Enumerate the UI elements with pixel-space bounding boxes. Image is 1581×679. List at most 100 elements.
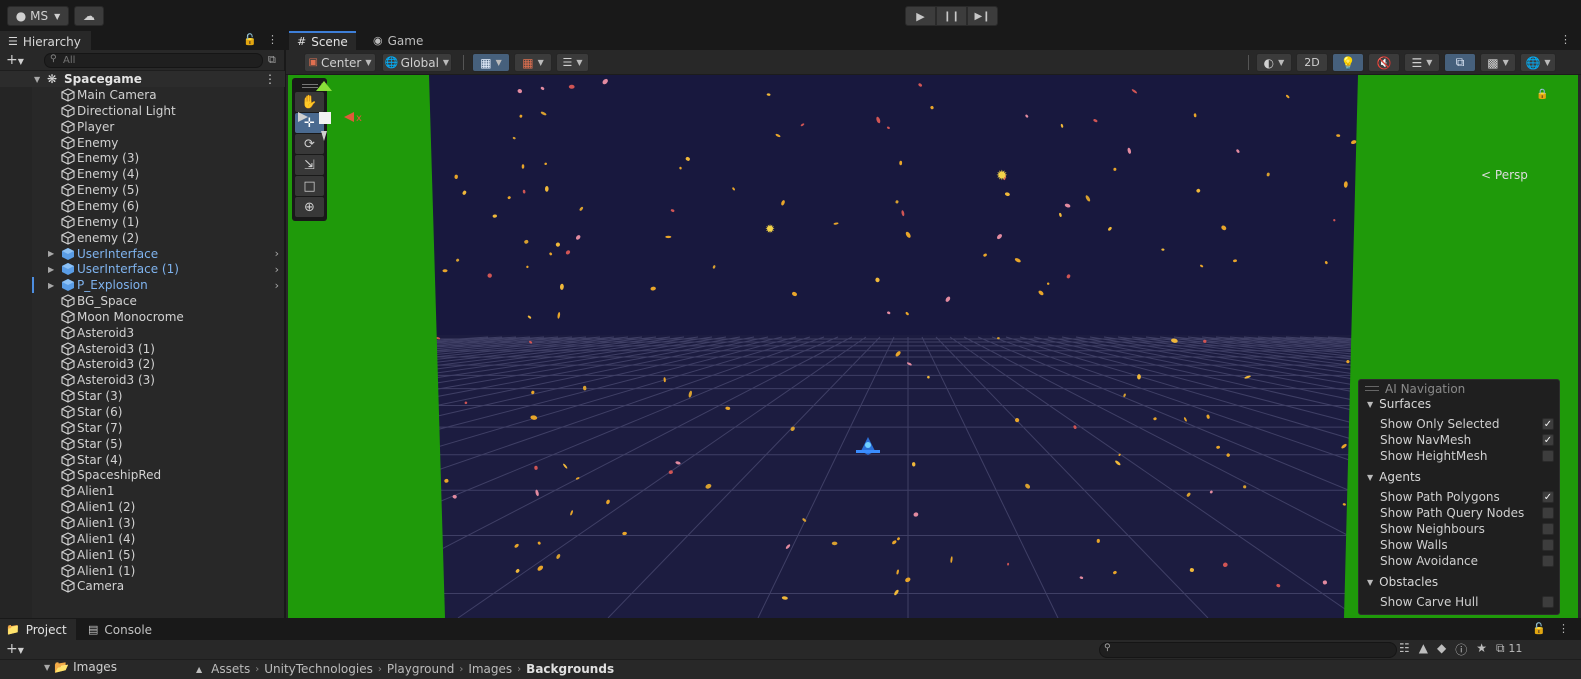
grid-visibility-toggle[interactable]: ▦ ▼: [514, 53, 552, 72]
ai-section-header[interactable]: ▼ Obstacles: [1367, 575, 1438, 589]
expand-arrow-icon[interactable]: ▶: [48, 249, 58, 258]
hierarchy-item[interactable]: Player: [0, 119, 285, 135]
checkbox[interactable]: ✓: [1542, 434, 1554, 446]
account-dropdown[interactable]: ● MS ▼: [7, 6, 69, 26]
audio-toggle[interactable]: 🔇: [1368, 53, 1400, 72]
breadcrumb-item[interactable]: Backgrounds: [526, 662, 614, 676]
shading-mode-dropdown[interactable]: ◐ ▼: [1256, 53, 1292, 72]
hierarchy-item[interactable]: Alien1 (3): [0, 515, 285, 531]
expand-arrow-icon[interactable]: ▼: [44, 663, 50, 672]
breadcrumb-item[interactable]: Playground: [387, 662, 454, 676]
breadcrumb-item[interactable]: UnityTechnologies: [264, 662, 373, 676]
expand-arrow-icon[interactable]: ▶: [48, 281, 58, 290]
pause-button[interactable]: ❙❙: [936, 6, 967, 26]
search-by-type-icon[interactable]: ☷: [1399, 641, 1410, 658]
project-search-input[interactable]: [1099, 642, 1397, 658]
tab-project[interactable]: 📁 Project: [0, 619, 76, 640]
add-object-button[interactable]: +▼: [6, 52, 24, 68]
tab-scene[interactable]: # Scene: [289, 31, 356, 50]
hierarchy-item[interactable]: Asteroid3 (3): [0, 372, 285, 388]
hierarchy-item[interactable]: Alien1 (5): [0, 547, 285, 563]
tab-console[interactable]: ▤ Console: [82, 619, 161, 640]
more-menu-icon[interactable]: ⋮: [267, 33, 278, 46]
play-button[interactable]: ▶: [905, 6, 936, 26]
grid-snapping-toggle[interactable]: ▦ ▼: [472, 53, 510, 72]
lock-icon[interactable]: 🔓: [243, 33, 257, 46]
hierarchy-item[interactable]: Star (5): [0, 436, 285, 452]
hierarchy-item[interactable]: Moon Monocrome: [0, 309, 285, 325]
expand-arrow-icon[interactable]: ▶: [48, 265, 58, 274]
hierarchy-item[interactable]: ▶ P_Explosion ›: [0, 277, 285, 294]
breadcrumb-item[interactable]: Images: [468, 662, 512, 676]
breadcrumb-item[interactable]: Assets: [211, 662, 250, 676]
hierarchy-item[interactable]: ▶ UserInterface ›: [0, 246, 285, 262]
pivot-mode-dropdown[interactable]: ▣ Center ▼: [304, 53, 376, 72]
transform-tool-button[interactable]: ⊕: [295, 197, 324, 217]
lighting-toggle[interactable]: 💡: [1332, 53, 1364, 72]
hierarchy-item[interactable]: Enemy (1): [0, 214, 285, 230]
hierarchy-item[interactable]: Enemy (4): [0, 166, 285, 182]
checkbox[interactable]: [1542, 523, 1554, 535]
scene-visibility-icon[interactable]: ⧉: [268, 53, 276, 67]
tag-icon[interactable]: ◆: [1437, 641, 1446, 658]
hierarchy-item[interactable]: Asteroid3 (2): [0, 356, 285, 372]
hierarchy-item[interactable]: Camera: [0, 578, 285, 594]
checkbox[interactable]: [1542, 596, 1554, 608]
lock-icon[interactable]: 🔓: [1532, 622, 1546, 635]
hierarchy-item[interactable]: Star (7): [0, 420, 285, 436]
scene-visibility-toggle[interactable]: ⧉: [1444, 53, 1476, 72]
checkbox[interactable]: ✓: [1542, 491, 1554, 503]
checkbox[interactable]: [1542, 507, 1554, 519]
more-menu-icon[interactable]: ⋮: [1558, 622, 1569, 635]
warning-icon[interactable]: ⓘ: [1455, 641, 1467, 658]
scene-menu-icon[interactable]: ⋮: [264, 72, 276, 86]
hierarchy-item[interactable]: Enemy (6): [0, 198, 285, 214]
projection-toggle[interactable]: < Persp: [1481, 168, 1528, 182]
overlay-header[interactable]: AI Navigation: [1359, 380, 1559, 397]
search-by-label-icon[interactable]: ▲: [1419, 641, 1428, 658]
hierarchy-item[interactable]: Main Camera: [0, 87, 285, 103]
tab-hierarchy[interactable]: ☰ Hierarchy: [0, 31, 91, 50]
hierarchy-item[interactable]: BG_Space: [0, 293, 285, 309]
chevron-right-icon[interactable]: ›: [275, 247, 279, 260]
effects-dropdown[interactable]: ☰ ▼: [1404, 53, 1440, 72]
hierarchy-item[interactable]: Asteroid3 (1): [0, 341, 285, 357]
pivot-rotation-dropdown[interactable]: 🌐 Global ▼: [382, 53, 452, 72]
ai-section-header[interactable]: ▼ Surfaces: [1367, 397, 1431, 411]
hierarchy-item[interactable]: Star (4): [0, 452, 285, 468]
rect-tool-button[interactable]: □: [295, 176, 324, 196]
checkbox[interactable]: ✓: [1542, 418, 1554, 430]
scroll-up-icon[interactable]: ▲: [196, 665, 202, 674]
scene-root-row[interactable]: ▼ ❋ Spacegame ⋮: [0, 71, 285, 87]
step-button[interactable]: ▶❙: [967, 6, 998, 26]
hierarchy-item[interactable]: Star (3): [0, 388, 285, 404]
folder-tree-item[interactable]: ▼ 📂 Images: [44, 660, 117, 674]
checkbox[interactable]: [1542, 555, 1554, 567]
hierarchy-item[interactable]: Alien1: [0, 483, 285, 499]
hierarchy-item[interactable]: Enemy (5): [0, 182, 285, 198]
2d-mode-toggle[interactable]: 2D: [1296, 53, 1328, 72]
hierarchy-item[interactable]: SpaceshipRed: [0, 467, 285, 483]
gizmos-dropdown[interactable]: 🌐 ▼: [1520, 53, 1556, 72]
checkbox[interactable]: [1542, 450, 1554, 462]
hierarchy-item[interactable]: Asteroid3: [0, 325, 285, 341]
hierarchy-item[interactable]: Alien1 (1): [0, 563, 285, 579]
hierarchy-search-input[interactable]: [44, 53, 263, 68]
hierarchy-item[interactable]: Alien1 (4): [0, 531, 285, 547]
hierarchy-item[interactable]: Directional Light: [0, 103, 285, 119]
orientation-gizmo[interactable]: y x: [288, 75, 388, 175]
lock-icon[interactable]: 🔒: [1536, 89, 1548, 100]
hierarchy-item[interactable]: Enemy (3): [0, 150, 285, 166]
tab-game[interactable]: ◉ Game: [365, 31, 431, 50]
chevron-right-icon[interactable]: ›: [275, 279, 279, 292]
ai-section-header[interactable]: ▼ Agents: [1367, 470, 1421, 484]
scene-viewport[interactable]: ✹ ✹ ✋ ✛ ⟳ ⇲ □ ⊕ y x 🔒 < Persp AI Navigat…: [288, 75, 1578, 618]
hierarchy-item[interactable]: Star (6): [0, 404, 285, 420]
cloud-button[interactable]: ☁: [74, 6, 104, 26]
expand-arrow-icon[interactable]: ▼: [34, 75, 44, 84]
hierarchy-item[interactable]: Alien1 (2): [0, 499, 285, 515]
hierarchy-item[interactable]: Enemy: [0, 135, 285, 151]
checkbox[interactable]: [1542, 539, 1554, 551]
hierarchy-item[interactable]: enemy (2): [0, 230, 285, 246]
camera-settings-dropdown[interactable]: ▩ ▼: [1480, 53, 1516, 72]
